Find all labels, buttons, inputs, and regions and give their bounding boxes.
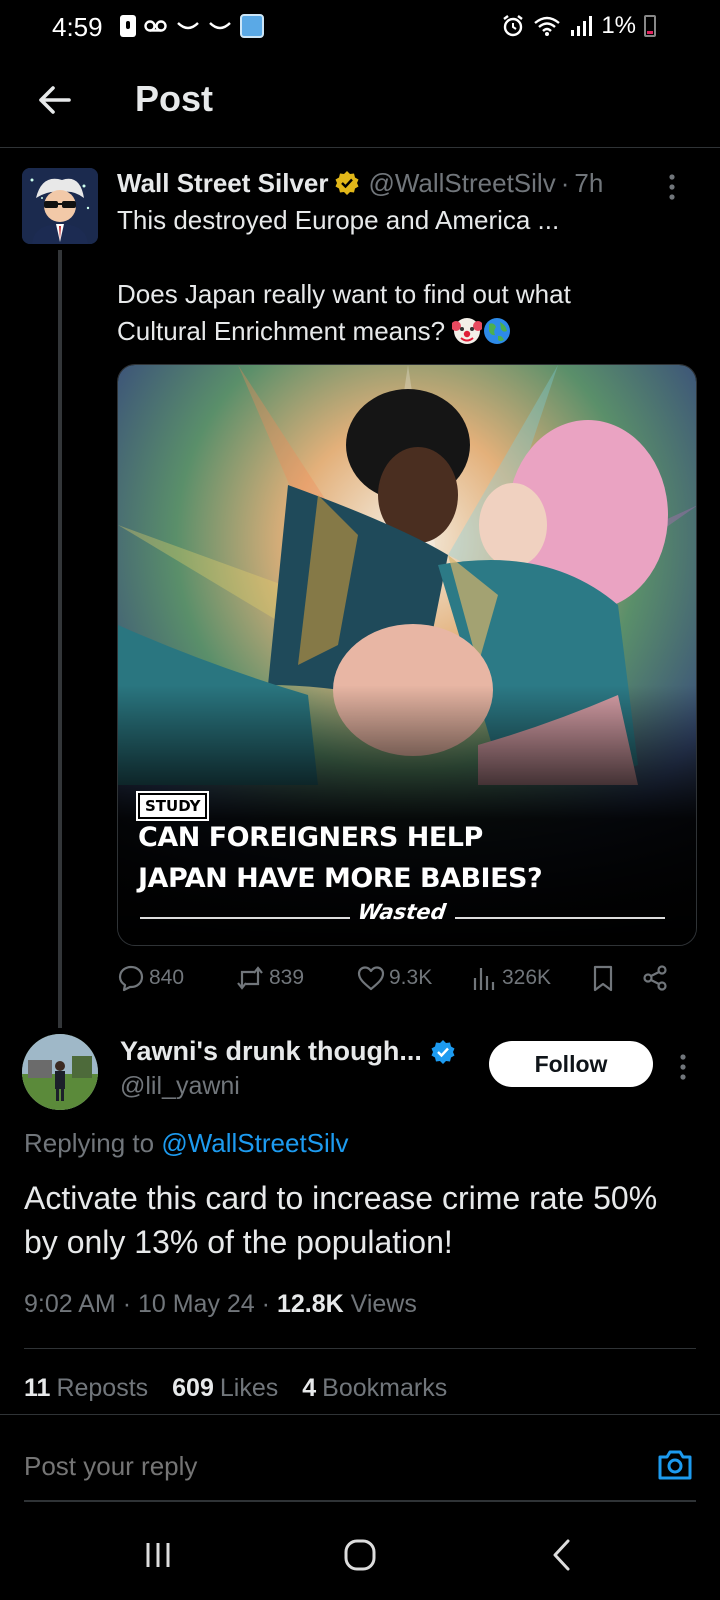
camera-button[interactable] (656, 1446, 694, 1484)
reply-count: 840 (149, 966, 185, 989)
signal-icon (571, 16, 593, 36)
back-button[interactable] (28, 74, 80, 126)
voicemail-icon (144, 20, 167, 32)
system-icons: 1% (501, 12, 656, 40)
author-handle[interactable]: @WallStreetSilv (368, 168, 555, 199)
more-options-icon[interactable] (664, 172, 680, 202)
battery-percent: 1% (601, 12, 636, 39)
bookmark-icon (593, 965, 613, 992)
separator-dot: · (560, 167, 570, 198)
reply-input[interactable] (24, 1444, 624, 1488)
views-icon (473, 968, 495, 990)
camera-icon (658, 1450, 692, 1480)
thread-line (58, 250, 62, 1028)
media-divider (140, 917, 350, 919)
post-text-line: Cultural Enrichment means? (117, 313, 697, 350)
alarm-icon (503, 15, 524, 37)
avatar[interactable] (22, 168, 98, 244)
replying-to-mention[interactable]: @WallStreetSilv (161, 1128, 348, 1158)
media-brand-logo: Wasted (356, 900, 448, 924)
wall-street-silver-avatar-icon (22, 168, 98, 244)
globe-emoji (484, 318, 511, 344)
reply-button[interactable]: 840 (117, 958, 184, 998)
post-text-line: This destroyed Europe and America ... (117, 205, 560, 235)
post-text-line (117, 239, 697, 276)
yawni-avatar-icon (22, 1034, 98, 1110)
share-button[interactable] (641, 958, 669, 998)
notification-icons (120, 14, 264, 38)
like-count: 9.3K (389, 966, 433, 989)
divider (0, 1414, 720, 1415)
voicemail-icon (209, 22, 231, 30)
lock-notification-icon (120, 15, 136, 37)
reply-author-row: Yawni's drunk though... (120, 1036, 456, 1067)
back-icon (553, 1539, 570, 1571)
divider (24, 1348, 696, 1349)
wifi-icon (534, 16, 561, 36)
status-bar: 4:59 1% (0, 0, 720, 56)
avatar[interactable] (22, 1034, 98, 1110)
engagement-stats: 11 Reposts 609 Likes 4 Bookmarks (24, 1374, 447, 1403)
post-header: Wall Street Silver @WallStreetSilv · 7h (117, 166, 677, 200)
reply-text: Activate this card to increase crime rat… (24, 1180, 658, 1260)
repost-icon (237, 966, 263, 990)
gold-verified-icon (335, 171, 359, 195)
post-metadata: 9:02 AM · 10 May 24 · 12.8K Views (24, 1290, 417, 1318)
home-button[interactable] (330, 1530, 390, 1580)
battery-low-icon (644, 15, 656, 37)
more-options-icon[interactable] (675, 1052, 691, 1082)
back-nav-button[interactable] (532, 1530, 592, 1580)
composer-divider (24, 1500, 696, 1502)
page-title: Post (135, 78, 214, 119)
media-tag: STUDY (135, 791, 210, 821)
media-divider (455, 917, 665, 919)
app-notification-icon (240, 14, 264, 38)
heart-icon (357, 966, 385, 991)
post-media-image[interactable]: STUDY CAN FOREIGNERS HELP JAPAN HAVE MOR… (117, 364, 697, 946)
blue-verified-icon (431, 1039, 455, 1064)
voicemail-icon (177, 22, 199, 30)
clown-face-emoji (452, 318, 483, 344)
reply-author-handle[interactable]: @lil_yawni (120, 1072, 240, 1101)
author-name[interactable]: Wall Street Silver (117, 168, 328, 199)
recents-button[interactable] (128, 1530, 188, 1580)
reply-author-name[interactable]: Yawni's drunk though... (120, 1036, 422, 1067)
repost-button[interactable]: 839 (235, 958, 304, 998)
share-icon (643, 965, 667, 991)
post-text-line: Does Japan really want to find out what (117, 279, 571, 309)
post-date: 10 May 24 (137, 1290, 255, 1318)
follow-button[interactable]: Follow (489, 1041, 653, 1087)
recents-icon (146, 1543, 170, 1567)
arrow-left-icon (39, 86, 71, 114)
post-timestamp: 9:02 AM (24, 1290, 116, 1318)
views-label: Views (350, 1290, 417, 1318)
media-headline: CAN FOREIGNERS HELP JAPAN HAVE MORE BABI… (138, 822, 543, 894)
system-navigation-bar (0, 1520, 720, 1600)
top-bar: Post (0, 56, 720, 148)
likes-stat[interactable]: 609 Likes (172, 1374, 278, 1403)
replying-to: Replying to @WallStreetSilv (24, 1128, 349, 1158)
home-icon (344, 1539, 376, 1571)
post-time: 7h (574, 167, 604, 198)
views-count: 326K (502, 966, 552, 989)
views-button[interactable]: 326K (472, 958, 551, 998)
repost-count: 839 (269, 966, 305, 989)
like-button[interactable]: 9.3K (357, 958, 432, 998)
post-actions: 840 839 9.3K 326K (117, 958, 697, 998)
status-time: 4:59 (52, 12, 103, 42)
bookmarks-stat[interactable]: 4 Bookmarks (302, 1374, 447, 1403)
reply-icon (118, 965, 144, 992)
post-text: This destroyed Europe and America ... Do… (117, 202, 697, 350)
bookmark-button[interactable] (591, 958, 615, 998)
views-count: 12.8K (276, 1290, 344, 1318)
reposts-stat[interactable]: 11 Reposts (24, 1374, 148, 1403)
